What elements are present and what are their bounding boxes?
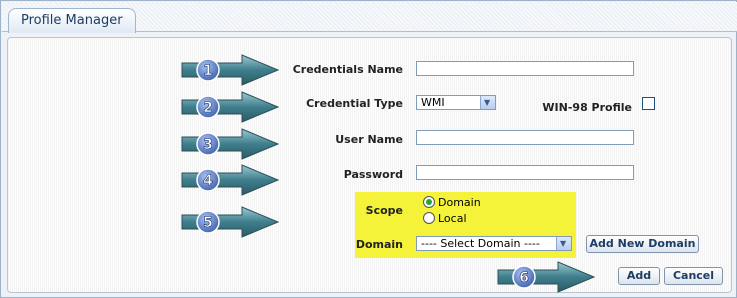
credential-type-label: Credential Type bbox=[306, 97, 403, 110]
scope-local-label: Local bbox=[438, 212, 467, 225]
user-name-input[interactable] bbox=[416, 130, 634, 145]
password-input[interactable] bbox=[416, 165, 634, 180]
step-arrow-1: 1 bbox=[180, 54, 280, 86]
add-button[interactable]: Add bbox=[618, 267, 660, 285]
credentials-name-label: Credentials Name bbox=[292, 63, 403, 76]
step-arrow-2: 2 bbox=[180, 91, 280, 123]
scope-label: Scope bbox=[365, 204, 403, 217]
arrow-right-icon: 3 bbox=[181, 128, 280, 160]
credential-type-select[interactable]: WMI ▼ bbox=[416, 95, 496, 110]
cancel-button[interactable]: Cancel bbox=[664, 267, 723, 285]
step-number: 5 bbox=[203, 215, 213, 231]
scope-local-radio[interactable] bbox=[423, 212, 435, 224]
chevron-down-icon[interactable]: ▼ bbox=[480, 96, 495, 109]
scope-domain-label: Domain bbox=[438, 196, 481, 209]
chevron-down-icon[interactable]: ▼ bbox=[556, 237, 571, 250]
arrow-right-icon: 2 bbox=[181, 91, 280, 123]
step-arrow-5: 5 bbox=[180, 206, 280, 238]
step-number: 6 bbox=[519, 270, 529, 286]
user-name-label: User Name bbox=[335, 133, 403, 146]
step-number: 4 bbox=[203, 173, 213, 189]
step-number: 1 bbox=[203, 63, 213, 79]
step-arrow-3: 3 bbox=[180, 128, 280, 160]
domain-label: Domain bbox=[355, 238, 403, 251]
add-new-domain-button[interactable]: Add New Domain bbox=[586, 235, 699, 253]
step-arrow-4: 4 bbox=[180, 164, 280, 196]
win98-profile-label: WIN-98 Profile bbox=[542, 101, 632, 114]
credential-type-value: WMI bbox=[421, 96, 445, 109]
tab-bar: Profile Manager bbox=[2, 2, 737, 33]
domain-select[interactable]: ---- Select Domain ---- ▼ bbox=[416, 236, 572, 251]
credentials-name-input[interactable] bbox=[416, 61, 634, 76]
password-label: Password bbox=[343, 168, 403, 181]
arrow-right-icon: 6 bbox=[497, 261, 596, 293]
step-arrow-6: 6 bbox=[496, 261, 596, 293]
scope-domain-radio[interactable] bbox=[423, 196, 435, 208]
win98-profile-checkbox[interactable] bbox=[642, 97, 655, 110]
arrow-right-icon: 1 bbox=[181, 54, 280, 86]
arrow-right-icon: 5 bbox=[181, 206, 280, 238]
step-number: 3 bbox=[203, 137, 213, 153]
domain-select-value: ---- Select Domain ---- bbox=[421, 237, 540, 250]
tab-profile-manager[interactable]: Profile Manager bbox=[8, 8, 136, 33]
arrow-right-icon: 4 bbox=[181, 164, 280, 196]
step-number: 2 bbox=[203, 100, 213, 116]
